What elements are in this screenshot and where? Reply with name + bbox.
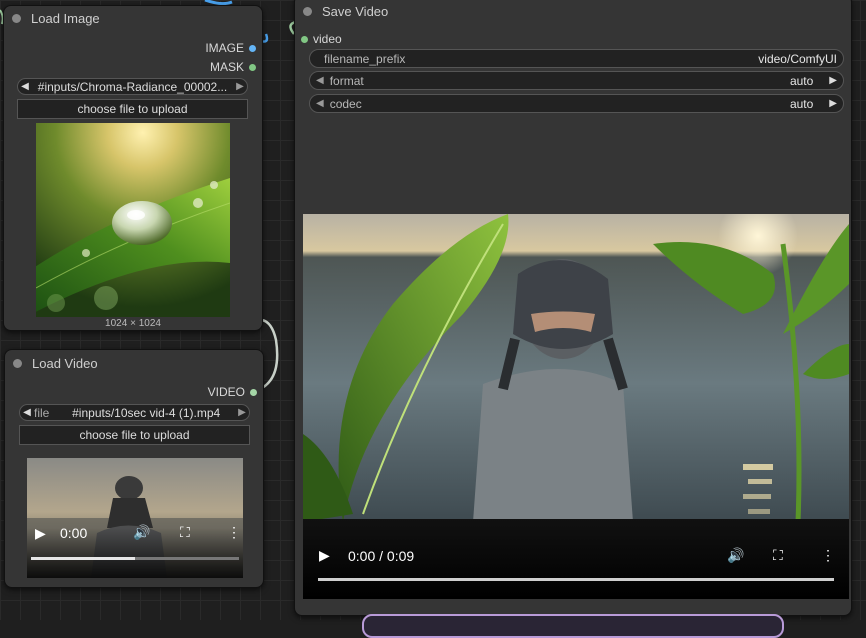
output-dot-icon[interactable] xyxy=(249,44,256,52)
collapse-dot-icon[interactable] xyxy=(12,13,21,23)
arrow-left-icon[interactable]: ◀ xyxy=(20,407,34,418)
play-icon[interactable]: ▶ xyxy=(35,525,46,542)
link-top xyxy=(204,0,233,6)
codec-widget[interactable]: ◀ codec auto ▶ xyxy=(309,94,844,113)
widget-label: codec xyxy=(329,96,362,111)
output-video-label: VIDEO xyxy=(207,385,245,399)
input-video-slot[interactable]: video xyxy=(301,32,342,46)
node-title: Load Image xyxy=(31,10,100,26)
image-size-label: 1024 × 1024 xyxy=(105,318,161,329)
arrow-right-icon[interactable]: ▶ xyxy=(829,75,837,86)
collapse-dot-icon[interactable] xyxy=(13,358,22,368)
image-selector-value: #inputs/Chroma-Radiance_00002... xyxy=(37,79,228,94)
volume-icon[interactable]: 🔊 xyxy=(133,524,150,541)
collapse-dot-icon[interactable] xyxy=(303,6,312,16)
widget-label: format xyxy=(329,73,364,88)
input-dot-icon[interactable] xyxy=(301,35,308,43)
load-image-node[interactable]: Load Image IMAGE MASK ◀ #inputs/Chroma-R… xyxy=(3,5,263,331)
node-title: Load Video xyxy=(32,355,98,371)
input-video-label: video xyxy=(313,32,342,46)
seek-bar[interactable] xyxy=(318,578,834,581)
seek-bar-fill xyxy=(31,557,135,560)
image-selector-combo[interactable]: ◀ #inputs/Chroma-Radiance_00002... ▶ xyxy=(17,78,248,95)
load-video-node[interactable]: Load Video VIDEO ◀ file #inputs/10sec vi… xyxy=(4,349,264,588)
output-image-label: IMAGE xyxy=(205,41,244,55)
file-value: #inputs/10sec vid-4 (1).mp4 xyxy=(72,405,221,420)
upload-button[interactable]: choose file to upload xyxy=(17,99,248,119)
format-widget[interactable]: ◀ format auto ▶ xyxy=(309,71,844,90)
arrow-left-icon[interactable]: ◀ xyxy=(18,81,32,92)
widget-label: filename_prefix xyxy=(324,51,406,66)
arrow-right-icon[interactable]: ▶ xyxy=(829,98,837,109)
video-time: 0:00 xyxy=(60,525,88,541)
preview-image xyxy=(36,123,230,317)
seek-bar[interactable] xyxy=(31,557,239,560)
volume-icon[interactable]: 🔊 xyxy=(727,547,744,564)
partial-node-bottom[interactable] xyxy=(362,614,784,638)
file-selector-combo[interactable]: ◀ file #inputs/10sec vid-4 (1).mp4 ▶ xyxy=(19,404,250,421)
widget-value: auto xyxy=(789,96,814,111)
filename-prefix-widget[interactable]: filename_prefix video/ComfyUI xyxy=(309,49,844,68)
save-video-title-bar[interactable]: Save Video xyxy=(295,0,851,25)
file-label: file xyxy=(34,405,50,420)
upload-button[interactable]: choose file to upload xyxy=(19,425,250,445)
video-player[interactable]: ▶ 0:00 / 0:09 🔊 ⛶ ⋮ xyxy=(303,214,849,599)
output-mask-slot[interactable]: MASK xyxy=(210,60,256,74)
arrow-left-icon[interactable]: ◀ xyxy=(316,98,324,109)
more-options-icon[interactable]: ⋮ xyxy=(227,524,241,541)
more-options-icon[interactable]: ⋮ xyxy=(821,547,835,564)
arrow-right-icon[interactable]: ▶ xyxy=(235,407,249,418)
output-mask-label: MASK xyxy=(209,60,244,74)
widget-value: auto xyxy=(789,73,814,88)
arrow-right-icon[interactable]: ▶ xyxy=(233,81,247,92)
load-video-title-bar[interactable]: Load Video xyxy=(5,350,263,376)
play-icon[interactable]: ▶ xyxy=(319,547,330,564)
video-preview[interactable]: ▶ 0:00 🔊 ⛶ ⋮ xyxy=(27,458,243,578)
output-image-slot[interactable]: IMAGE xyxy=(205,41,256,55)
video-time: 0:00 / 0:09 xyxy=(348,548,415,564)
fullscreen-icon[interactable]: ⛶ xyxy=(180,524,190,541)
fullscreen-icon[interactable]: ⛶ xyxy=(773,547,783,564)
output-dot-icon[interactable] xyxy=(250,388,257,396)
save-video-node[interactable]: Save Video video filename_prefix video/C… xyxy=(294,0,852,616)
output-dot-icon[interactable] xyxy=(249,63,256,71)
video-frame xyxy=(303,214,849,522)
widget-value: video/ComfyUI xyxy=(758,51,837,66)
load-image-title-bar[interactable]: Load Image xyxy=(4,6,262,30)
node-title: Save Video xyxy=(322,3,389,19)
arrow-left-icon[interactable]: ◀ xyxy=(316,75,324,86)
output-video-slot[interactable]: VIDEO xyxy=(208,385,257,399)
